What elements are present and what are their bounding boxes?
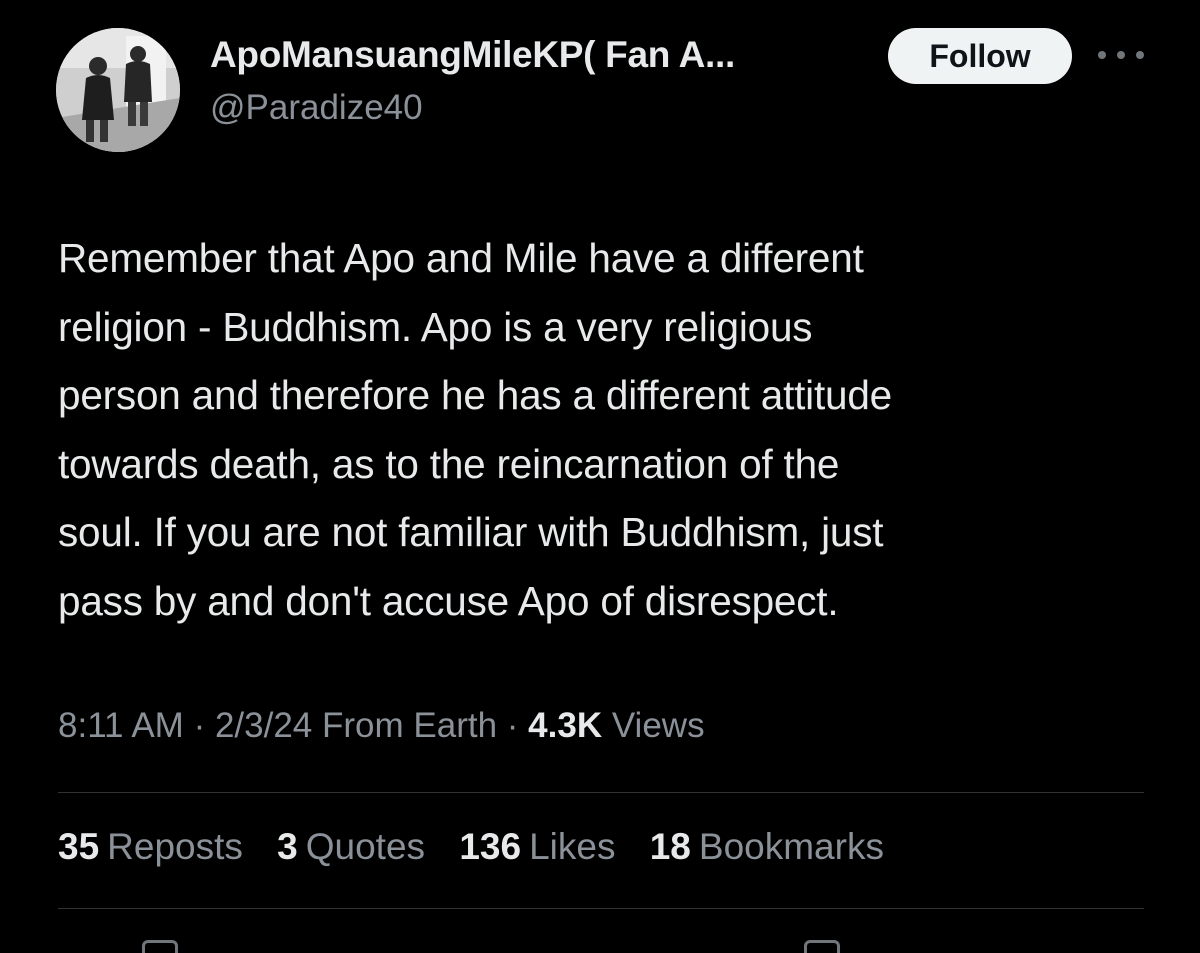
- more-dot: [1136, 51, 1144, 59]
- tweet-line: Remember that Apo and Mile have a differ…: [58, 235, 864, 281]
- likes-count: 136: [459, 826, 522, 867]
- divider: [58, 792, 1144, 793]
- bookmarks-stat[interactable]: 18 Bookmarks: [650, 826, 884, 868]
- quotes-count: 3: [277, 826, 298, 867]
- reposts-stat[interactable]: 35 Reposts: [58, 826, 243, 868]
- tweet-line: soul. If you are not familiar with Buddh…: [58, 509, 884, 555]
- avatar[interactable]: [56, 28, 180, 152]
- quotes-stat[interactable]: 3 Quotes: [277, 826, 425, 868]
- action-bar: [0, 930, 1200, 953]
- display-name[interactable]: ApoMansuangMileKP( Fan A...: [210, 34, 735, 76]
- tweet-date[interactable]: 2/3/24: [215, 706, 312, 745]
- tweet-line: religion - Buddhism. Apo is a very relig…: [58, 303, 813, 350]
- more-options-icon[interactable]: [1098, 40, 1144, 70]
- tweet-line: pass by and don't accuse Apo of disrespe…: [58, 577, 839, 624]
- meta-separator: ·: [506, 706, 519, 745]
- views-count: 4.3K: [528, 706, 603, 745]
- bookmarks-label: Bookmarks: [698, 826, 884, 867]
- engagement-stats: 35 Reposts 3 Quotes 136 Likes 18 Bookmarks: [58, 826, 908, 868]
- tweet-line: towards death, as to the reincarnation o…: [58, 440, 840, 487]
- more-dot: [1117, 51, 1125, 59]
- likes-stat[interactable]: 136 Likes: [459, 826, 615, 868]
- likes-label: Likes: [529, 826, 616, 867]
- meta-separator: ·: [193, 706, 206, 745]
- quotes-label: Quotes: [305, 826, 426, 867]
- bookmarks-count: 18: [649, 826, 691, 867]
- tweet-header: ApoMansuangMileKP( Fan A... @Paradize40 …: [0, 0, 1200, 180]
- follow-button[interactable]: Follow: [888, 28, 1072, 84]
- divider: [58, 908, 1144, 909]
- more-dot: [1098, 51, 1106, 59]
- reposts-count: 35: [58, 826, 100, 867]
- views-label: Views: [611, 706, 705, 745]
- tweet-line: person and therefore he has a different …: [58, 372, 892, 418]
- profile-photo-icon: [56, 28, 180, 152]
- tweet-meta: 8:11 AM · 2/3/24 From Earth · 4.3K Views: [58, 706, 705, 746]
- user-handle[interactable]: @Paradize40: [210, 88, 423, 128]
- tweet-text: Remember that Apo and Mile have a differ…: [58, 224, 1158, 635]
- tweet-time[interactable]: 8:11 AM: [58, 706, 184, 745]
- reposts-label: Reposts: [107, 826, 243, 867]
- tweet-source: From Earth: [322, 706, 498, 745]
